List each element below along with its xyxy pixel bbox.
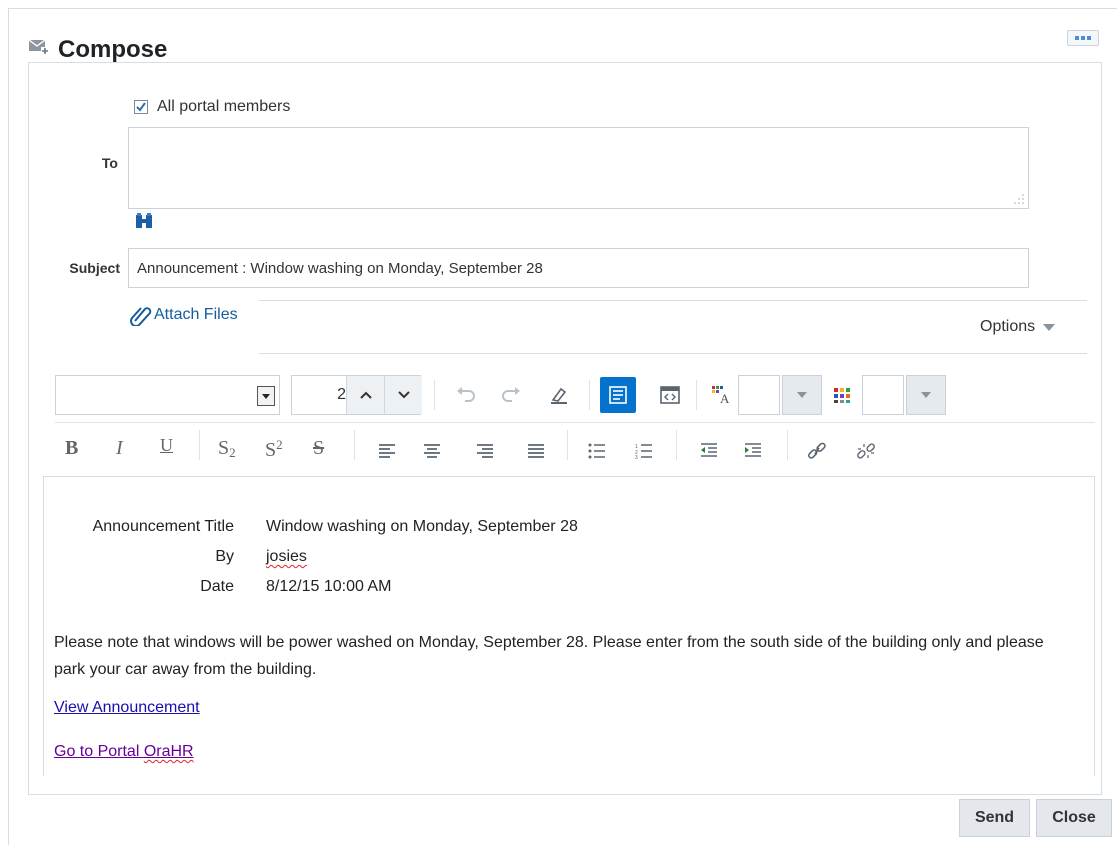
align-center-icon[interactable] [421, 440, 443, 462]
numbered-list-icon[interactable]: 123 [633, 440, 655, 462]
meta-key: Date [200, 578, 234, 595]
options-label: Options [980, 318, 1036, 335]
meta-value: josies [266, 548, 307, 565]
go-to-portal-link[interactable]: Go to Portal OraHR [54, 743, 194, 761]
all-members-label: All portal members [157, 98, 291, 115]
meta-key: By [215, 548, 234, 565]
toolbar-separator [787, 430, 788, 460]
underline-icon[interactable]: U [160, 435, 173, 456]
background-color-icon[interactable] [831, 384, 853, 406]
toolbar-separator [199, 430, 200, 460]
divider [259, 353, 1087, 354]
dot-icon [1075, 36, 1079, 40]
subscript-icon[interactable]: S2 [218, 437, 236, 461]
font-size-stepper[interactable]: 2 [291, 375, 422, 415]
dot-icon [1081, 36, 1085, 40]
toolbar-separator [434, 380, 435, 410]
compose-mail-icon [28, 39, 49, 55]
binoculars-icon[interactable] [135, 212, 153, 230]
outdent-icon[interactable] [698, 440, 720, 462]
svg-text:A: A [720, 391, 730, 405]
link-icon[interactable] [806, 440, 828, 462]
caret-down-icon [921, 392, 931, 398]
page-title: Compose [58, 36, 168, 63]
all-members-checkbox[interactable] [134, 100, 148, 114]
meta-value: 8/12/15 10:00 AM [266, 578, 392, 595]
subject-label: Subject [69, 260, 120, 276]
indent-icon[interactable] [742, 440, 764, 462]
attach-files-link[interactable]: Attach Files [128, 304, 238, 326]
toolbar-separator [696, 380, 697, 410]
align-right-icon[interactable] [474, 440, 496, 462]
background-color-swatch[interactable] [862, 375, 904, 415]
link-text: Go to Portal [54, 743, 144, 760]
checkmark-icon [136, 102, 146, 112]
to-field[interactable] [128, 127, 1029, 209]
svg-text:3: 3 [635, 455, 638, 459]
undo-icon[interactable] [455, 384, 477, 406]
divider [259, 300, 1087, 301]
dot-icon [1087, 36, 1091, 40]
chevron-down-icon [397, 391, 410, 399]
toolbar-divider [55, 422, 1095, 423]
toolbar-separator [567, 430, 568, 460]
background-color-dropdown[interactable] [906, 375, 946, 415]
text-color-swatch[interactable] [738, 375, 780, 415]
resize-grip-icon [1014, 194, 1024, 204]
source-code-icon[interactable] [659, 384, 681, 406]
caret-down-icon [1043, 323, 1056, 331]
meta-value: Window washing on Monday, September 28 [266, 518, 578, 535]
rich-text-mode-button[interactable] [600, 377, 636, 413]
send-button[interactable]: Send [959, 799, 1030, 837]
attach-files-label: Attach Files [154, 306, 238, 323]
increase-size-button[interactable] [346, 376, 384, 414]
meta-key: Announcement Title [92, 518, 234, 535]
caret-down-icon [797, 392, 807, 398]
align-left-icon[interactable] [376, 440, 398, 462]
font-family-select[interactable] [55, 375, 280, 415]
subject-input[interactable]: Announcement : Window washing on Monday,… [128, 248, 1029, 288]
document-icon [609, 386, 627, 404]
to-label: To [101, 155, 118, 171]
chevron-up-icon [359, 391, 372, 399]
redo-icon[interactable] [500, 384, 522, 406]
dropdown-arrow-icon[interactable] [257, 386, 275, 406]
toolbar-separator [589, 380, 590, 410]
more-options-button[interactable] [1067, 30, 1099, 46]
view-announcement-link[interactable]: View Announcement [54, 699, 200, 717]
options-toggle[interactable]: Options [980, 318, 1056, 336]
font-size-value: 2 [337, 386, 346, 403]
text-color-icon[interactable]: A [711, 384, 733, 406]
toolbar-separator [676, 430, 677, 460]
message-body: Please note that windows will be power w… [54, 634, 1044, 678]
text-color-dropdown[interactable] [782, 375, 822, 415]
superscript-icon[interactable]: S2 [265, 437, 283, 462]
bold-icon[interactable]: B [65, 437, 78, 460]
italic-icon[interactable]: I [116, 437, 123, 460]
all-members-row: All portal members [134, 98, 290, 116]
paperclip-icon [130, 307, 152, 326]
clear-formatting-icon[interactable] [548, 384, 570, 406]
link-text-misspelled: OraHR [143, 743, 194, 760]
decrease-size-button[interactable] [384, 376, 422, 414]
justify-icon[interactable] [525, 440, 547, 462]
unlink-icon[interactable] [855, 440, 877, 462]
strikethrough-icon[interactable]: S [313, 437, 324, 460]
toolbar-separator [354, 430, 355, 460]
close-button[interactable]: Close [1036, 799, 1112, 837]
bulleted-list-icon[interactable] [586, 440, 608, 462]
